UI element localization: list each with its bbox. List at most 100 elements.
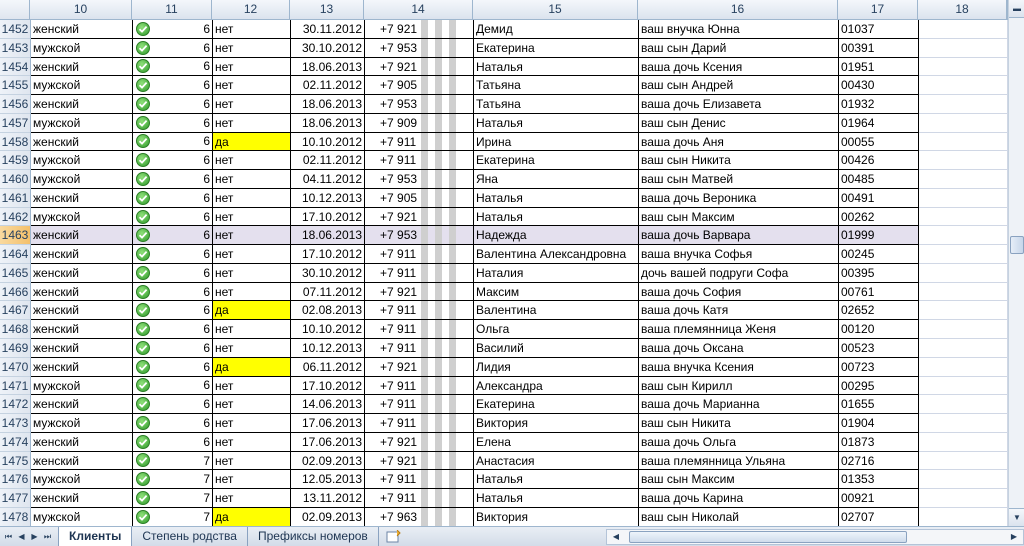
cell-date[interactable]: 02.08.2013 (291, 301, 365, 321)
cell-empty[interactable] (919, 470, 1008, 490)
cell-flag[interactable]: нет (213, 339, 291, 358)
cell-relation[interactable]: ваш сын Денис (639, 113, 839, 133)
cell-name[interactable]: Демид (474, 20, 639, 39)
cell-date[interactable]: 10.10.2012 (291, 320, 365, 340)
cell-code[interactable]: 00485 (839, 170, 919, 189)
row-number[interactable]: 1478 (0, 507, 31, 526)
row-number[interactable]: 1475 (0, 451, 31, 471)
row-number[interactable]: 1455 (0, 76, 31, 96)
tab-kinship[interactable]: Степень родства (132, 527, 248, 546)
scroll-right-icon[interactable]: ▶ (1007, 530, 1021, 544)
column-header[interactable]: 15 (473, 0, 638, 20)
row-number[interactable]: 1473 (0, 414, 31, 433)
cell-name[interactable]: Надежда (474, 226, 639, 246)
cell-code[interactable]: 00723 (839, 357, 919, 377)
cell-flag[interactable]: нет (213, 263, 291, 283)
cell-phone[interactable]: +7 911 (365, 301, 474, 321)
cell-name[interactable]: Максим (474, 282, 639, 302)
cell-phone[interactable]: +7 911 (365, 151, 474, 171)
cell-phone[interactable]: +7 911 (365, 320, 474, 340)
prev-sheet-icon[interactable]: ◀ (15, 532, 28, 542)
last-sheet-icon[interactable]: ⏭ (41, 532, 54, 542)
cell-empty[interactable] (919, 489, 1008, 508)
cell-gender[interactable]: женский (31, 301, 133, 321)
cell-count[interactable]: 6 (133, 170, 213, 189)
cell-code[interactable]: 00295 (839, 376, 919, 396)
row-number[interactable]: 1456 (0, 95, 31, 114)
cell-name[interactable]: Наталья (474, 57, 639, 77)
cell-count[interactable]: 6 (133, 357, 213, 377)
cell-relation[interactable]: дочь вашей подруги Софа (639, 263, 839, 283)
cell-flag[interactable]: нет (213, 320, 291, 340)
cell-empty[interactable] (919, 245, 1008, 264)
cell-flag[interactable]: нет (213, 282, 291, 302)
cell-empty[interactable] (919, 301, 1008, 321)
cell-count[interactable]: 6 (133, 414, 213, 433)
cell-phone[interactable]: +7 911 (365, 245, 474, 264)
cell-gender[interactable]: женский (31, 357, 133, 377)
cell-phone[interactable]: +7 911 (365, 395, 474, 415)
cell-flag[interactable]: да (213, 357, 291, 377)
row-number[interactable]: 1470 (0, 357, 31, 377)
cell-code[interactable]: 02652 (839, 301, 919, 321)
cell-name[interactable]: Наталья (474, 188, 639, 208)
cell-gender[interactable]: женский (31, 263, 133, 283)
cell-phone[interactable]: +7 909 (365, 113, 474, 133)
cell-count[interactable]: 6 (133, 76, 213, 96)
cell-date[interactable]: 06.11.2012 (291, 357, 365, 377)
cell-relation[interactable]: ваш сын Никита (639, 151, 839, 171)
cell-gender[interactable]: женский (31, 95, 133, 114)
row-number[interactable]: 1472 (0, 395, 31, 415)
cell-empty[interactable] (919, 320, 1008, 340)
cell-date[interactable]: 30.10.2012 (291, 38, 365, 58)
cell-phone[interactable]: +7 953 (365, 226, 474, 246)
cell-name[interactable]: Лидия (474, 357, 639, 377)
cell-flag[interactable]: нет (213, 188, 291, 208)
column-header[interactable]: 17 (838, 0, 918, 20)
cell-code[interactable]: 01873 (839, 432, 919, 452)
cell-relation[interactable]: ваш сын Кирилл (639, 376, 839, 396)
cell-empty[interactable] (919, 57, 1008, 77)
cell-flag[interactable]: нет (213, 226, 291, 246)
cell-relation[interactable]: ваша дочь Ольга (639, 432, 839, 452)
cell-relation[interactable]: ваша дочь Марианна (639, 395, 839, 415)
cell-flag[interactable]: нет (213, 151, 291, 171)
cell-name[interactable]: Валентина (474, 301, 639, 321)
row-number[interactable]: 1466 (0, 282, 31, 302)
row-number[interactable]: 1476 (0, 470, 31, 490)
cell-relation[interactable]: ваш сын Матвей (639, 170, 839, 189)
horizontal-scroll-thumb[interactable] (629, 531, 907, 543)
select-all-corner[interactable] (0, 0, 30, 20)
cell-name[interactable]: Виктория (474, 507, 639, 526)
vertical-scroll-thumb[interactable] (1010, 236, 1024, 254)
cell-relation[interactable]: ваша дочь Аня (639, 132, 839, 152)
cell-empty[interactable] (919, 76, 1008, 96)
cell-count[interactable]: 6 (133, 245, 213, 264)
cell-gender[interactable]: мужской (31, 151, 133, 171)
cell-code[interactable]: 02716 (839, 451, 919, 471)
spreadsheet-grid[interactable]: 10 11 12 13 14 15 16 17 18 1452 женский 6 нет 30.11.… (0, 0, 1008, 526)
tab-clients[interactable]: Клиенты (58, 526, 133, 546)
row-number[interactable]: 1459 (0, 151, 31, 171)
cell-name[interactable]: Наталья (474, 113, 639, 133)
cell-name[interactable]: Татьяна (474, 76, 639, 96)
cell-gender[interactable]: мужской (31, 414, 133, 433)
cell-flag[interactable]: нет (213, 395, 291, 415)
cell-name[interactable]: Валентина Александровна (474, 245, 639, 264)
row-number[interactable]: 1471 (0, 376, 31, 396)
cell-empty[interactable] (919, 226, 1008, 246)
cell-date[interactable]: 17.10.2012 (291, 207, 365, 227)
horizontal-scrollbar[interactable]: ◀ ▶ (606, 529, 1024, 545)
cell-relation[interactable]: ваша дочь Катя (639, 301, 839, 321)
cell-gender[interactable]: мужской (31, 170, 133, 189)
cell-count[interactable]: 6 (133, 339, 213, 358)
cell-code[interactable]: 00262 (839, 207, 919, 227)
row-number[interactable]: 1457 (0, 113, 31, 133)
cell-phone[interactable]: +7 921 (365, 357, 474, 377)
cell-date[interactable]: 02.11.2012 (291, 151, 365, 171)
row-number[interactable]: 1468 (0, 320, 31, 340)
row-number[interactable]: 1463 (0, 226, 31, 246)
cell-empty[interactable] (919, 414, 1008, 433)
cell-empty[interactable] (919, 263, 1008, 283)
cell-empty[interactable] (919, 282, 1008, 302)
